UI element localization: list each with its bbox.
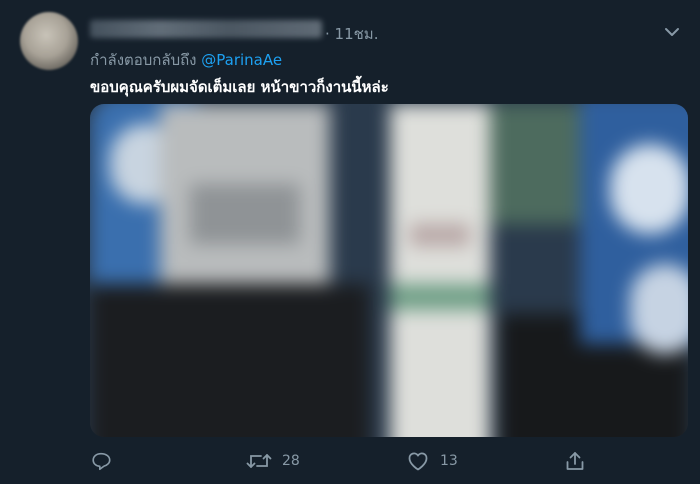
tweet-text: ขอบคุณครับผมจัดเต็มเลย หน้าขาวก็งานนี้หล… <box>90 78 389 96</box>
tweet-media-image[interactable] <box>90 104 688 437</box>
blurred-author-name[interactable] <box>90 20 322 38</box>
tweet[interactable]: · 11ชม. กำลังตอบกลับถึง @ParinaAe ขอบคุณ… <box>0 0 700 484</box>
like-button[interactable]: 13 <box>406 446 458 476</box>
tweet-timestamp[interactable]: · 11ชม. <box>325 22 378 46</box>
avatar[interactable] <box>20 12 78 70</box>
like-icon <box>406 450 430 472</box>
replying-to: กำลังตอบกลับถึง @ParinaAe <box>90 48 282 72</box>
reply-prefix: กำลังตอบกลับถึง <box>90 51 197 69</box>
share-button[interactable] <box>564 446 586 476</box>
share-icon <box>564 450 586 472</box>
retweet-count: 28 <box>282 453 300 469</box>
reply-icon <box>90 450 112 472</box>
chevron-down-icon[interactable] <box>663 24 681 38</box>
retweet-icon <box>246 450 272 472</box>
retweet-button[interactable]: 28 <box>246 446 300 476</box>
like-count: 13 <box>440 453 458 469</box>
mention-link[interactable]: @ParinaAe <box>201 51 282 69</box>
tweet-actions: 28 13 <box>90 446 688 476</box>
reply-button[interactable] <box>90 446 112 476</box>
